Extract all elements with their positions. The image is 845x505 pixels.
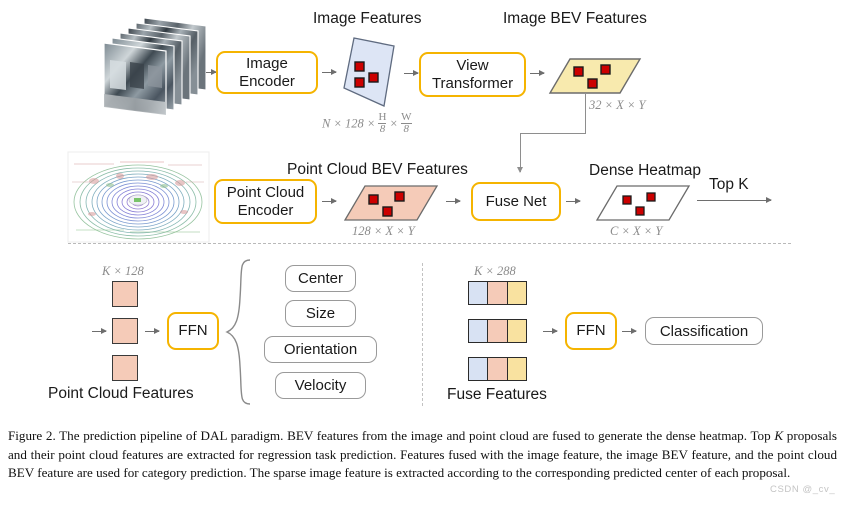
figure-caption: Figure 2. The prediction pipeline of DAL… <box>8 427 837 483</box>
point-cloud-encoder-label-line1: Point Cloud <box>226 184 305 202</box>
arrow-view-transformer-to-image-bev <box>530 69 545 76</box>
fuse-net-box[interactable]: Fuse Net <box>471 182 561 221</box>
fuse-token-3-image-seg <box>469 358 488 380</box>
ffn-classification-box[interactable]: FFN <box>565 312 617 350</box>
fuse-token-3-pointcloud-seg <box>487 358 507 380</box>
frac-h-num: H <box>378 111 387 123</box>
arrow-fuse-net-to-dense-heatmap <box>566 197 581 204</box>
arrow-ffn-to-classification <box>622 327 637 334</box>
fuse-token-1 <box>468 281 527 305</box>
point-cloud-token-2 <box>112 318 138 344</box>
connector-image-bev-left <box>520 133 586 134</box>
point-cloud-bev-parallelogram <box>343 182 441 224</box>
fuse-token-2-image-seg <box>469 320 488 342</box>
head-velocity-box[interactable]: Velocity <box>275 372 366 399</box>
image-encoder-box[interactable]: Image Encoder <box>216 51 318 94</box>
arrow-image-bev-to-fuse-net <box>516 133 523 173</box>
head-center-label: Center <box>297 270 344 287</box>
fuse-net-label: Fuse Net <box>485 192 547 210</box>
fuse-token-2-pointcloud-seg <box>487 320 507 342</box>
fuse-features-label: Fuse Features <box>447 386 547 403</box>
dense-heatmap-heading: Dense Heatmap <box>589 162 702 179</box>
ffn-classification-label: FFN <box>576 322 606 340</box>
head-orientation-label: Orientation <box>283 341 358 358</box>
head-orientation-box[interactable]: Orientation <box>264 336 377 363</box>
figure-diagram: Image Encoder Image Features N × 128 × H… <box>0 0 845 505</box>
image-bev-dim-label: 32 × X × Y <box>589 98 646 112</box>
head-center-box[interactable]: Center <box>285 265 356 292</box>
image-features-dim-label: N × 128 × H 8 × W 8 <box>322 111 412 136</box>
frac-h-den: 8 <box>378 123 387 135</box>
point-cloud-bev-features-heading: Point Cloud BEV Features <box>287 161 468 178</box>
fuse-token-2-imagebev-seg <box>506 320 526 342</box>
fuse-token-3-imagebev-seg <box>506 358 526 380</box>
arrow-pc-encoder-to-pc-bev <box>322 197 337 204</box>
caption-italic-k: K <box>774 428 784 443</box>
top-k-label: Top K <box>709 176 749 193</box>
regression-heads-brace <box>224 258 254 406</box>
stage-separator-vertical <box>422 263 423 406</box>
connector-image-bev-down <box>585 94 586 133</box>
caption-prefix: Figure 2. <box>8 428 56 443</box>
stage-separator-horizontal <box>68 243 791 244</box>
point-cloud-bev-dim-label: 128 × X × Y <box>352 224 415 238</box>
point-cloud-features-label: Point Cloud Features <box>48 385 194 402</box>
frac-w-num: W <box>401 111 412 123</box>
arrow-fuse-tokens-to-ffn <box>543 327 558 334</box>
image-encoder-label-line1: Image Encoder <box>239 55 295 90</box>
ffn-regression-box[interactable]: FFN <box>167 312 219 350</box>
image-features-heading: Image Features <box>313 10 422 27</box>
image-features-frac-w-over-8: W 8 <box>401 111 412 135</box>
point-cloud-encoder-label-line2: Encoder <box>237 201 294 219</box>
classification-output-label: Classification <box>659 322 749 340</box>
head-size-label: Size <box>305 305 336 322</box>
head-size-box[interactable]: Size <box>285 300 356 327</box>
point-cloud-bev-image <box>67 151 210 243</box>
dense-heatmap-parallelogram <box>595 182 693 224</box>
fuse-token-1-pointcloud-seg <box>487 282 507 304</box>
csdn-watermark: CSDN @_cv_ <box>770 484 836 495</box>
head-velocity-label: Velocity <box>294 377 347 394</box>
view-transformer-box[interactable]: View Transformer <box>419 52 526 97</box>
ffn-regression-label: FFN <box>178 322 208 340</box>
fuse-token-3 <box>468 357 527 381</box>
classification-output-box[interactable]: Classification <box>645 317 763 345</box>
point-cloud-token-3 <box>112 355 138 381</box>
arrow-images-to-image-encoder <box>206 68 217 75</box>
caption-part1: The prediction pipeline of DAL paradigm.… <box>55 428 775 443</box>
view-transformer-label-line2: Transformer <box>431 74 514 92</box>
fuse-tokens-dim-label: K × 288 <box>474 264 516 278</box>
image-bev-features-heading: Image BEV Features <box>503 10 647 27</box>
point-cloud-tokens-dim-label: K × 128 <box>102 264 144 278</box>
image-features-dim-prefix: N × 128 × <box>322 116 376 131</box>
frac-w-den: 8 <box>401 123 412 135</box>
arrow-top-k <box>697 196 772 203</box>
arrow-point-cloud-tokens-to-ffn <box>145 327 160 334</box>
fuse-token-1-image-seg <box>469 282 488 304</box>
image-bev-parallelogram <box>548 55 644 97</box>
image-features-dim-times: × <box>389 116 398 131</box>
dense-heatmap-dim-label: C × X × Y <box>610 224 663 238</box>
arrow-image-features-to-view-transformer <box>404 69 419 76</box>
arrow-into-point-cloud-tokens <box>92 327 107 334</box>
image-features-plane <box>338 36 398 108</box>
fuse-token-1-imagebev-seg <box>506 282 526 304</box>
arrow-pc-bev-to-fuse-net <box>446 197 461 204</box>
multi-view-image-stack <box>103 16 207 122</box>
view-transformer-label-line1: View <box>456 57 489 75</box>
point-cloud-encoder-box[interactable]: Point Cloud Encoder <box>214 179 317 224</box>
fuse-token-2 <box>468 319 527 343</box>
image-features-frac-h-over-8: H 8 <box>378 111 387 135</box>
arrow-image-encoder-to-image-features <box>322 68 337 75</box>
point-cloud-token-1 <box>112 281 138 307</box>
